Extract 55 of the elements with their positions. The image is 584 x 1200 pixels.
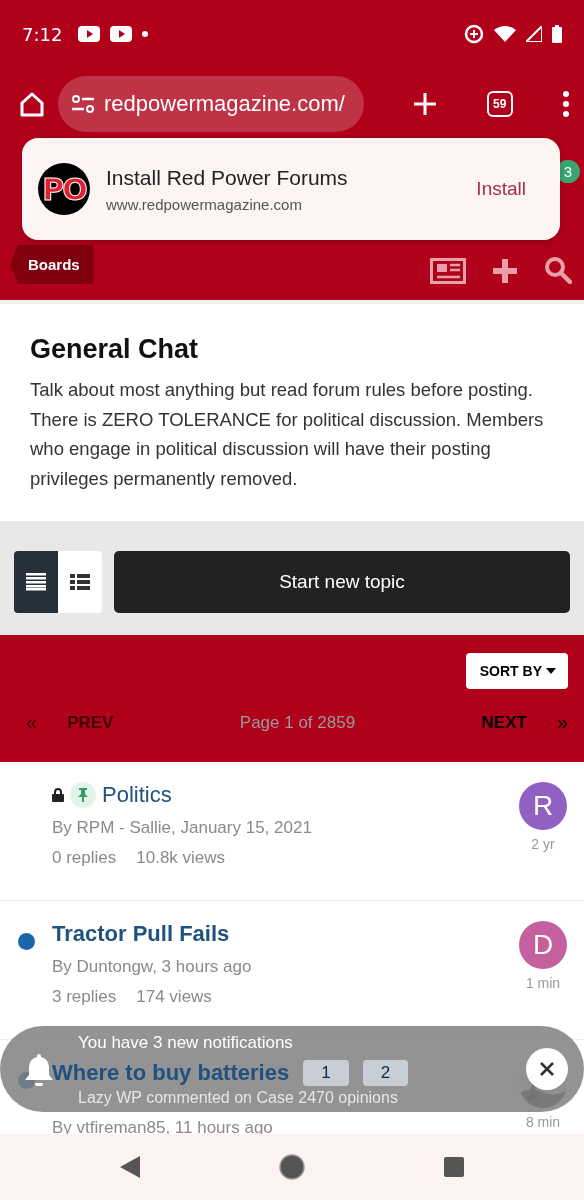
close-button[interactable] [526, 1048, 568, 1090]
topic-byline: By RPM - Sallie, January 15, 2021 [52, 818, 313, 838]
install-button[interactable]: Install [476, 172, 526, 206]
clock: 7:12 [22, 23, 63, 45]
new-topic-button[interactable]: Start new topic [114, 551, 570, 613]
view-toggle[interactable] [58, 551, 102, 613]
plus-icon[interactable] [492, 258, 518, 284]
topic-title[interactable]: Tractor Pull Fails [52, 921, 230, 947]
menu-icon[interactable] [562, 91, 570, 117]
view-count: 174 views [136, 987, 212, 1007]
prompt-domain: www.redpowermagazine.com [106, 195, 303, 213]
address-bar[interactable]: redpowermagazine.com/ [58, 76, 364, 132]
new-tab-icon[interactable] [413, 92, 438, 116]
topic-title[interactable]: Politics [102, 782, 172, 808]
topic-byline: By Duntongw, 3 hours ago [52, 957, 253, 977]
data-saver-icon [464, 24, 484, 44]
signal-icon [526, 26, 542, 42]
table-view-icon [26, 573, 46, 591]
reply-count: 0 replies [52, 848, 117, 868]
video-app-icon [78, 26, 101, 42]
last-post-time: 1 min [525, 975, 561, 991]
site-logo: PO [38, 163, 90, 215]
view-count: 10.8k views [136, 848, 226, 868]
prompt-title: Install Red Power Forums [106, 165, 349, 190]
user-avatar[interactable]: R [519, 782, 567, 830]
video-app-icon [110, 26, 133, 42]
site-settings-icon [72, 95, 94, 113]
last-post-time: 2 yr [531, 836, 555, 852]
close-icon [540, 1062, 554, 1076]
reply-count: 3 replies [52, 987, 117, 1007]
toast-title: You have 3 new notifications [78, 1033, 294, 1053]
forum-title: General Chat [30, 334, 200, 365]
user-avatar[interactable]: D [519, 921, 567, 969]
page-link[interactable]: 2 [362, 1060, 409, 1086]
toast-message: Lazy WP commented on Case 2470 opinions [78, 1089, 399, 1107]
tab-switcher-button[interactable]: 59 [486, 91, 513, 117]
wifi-icon [494, 26, 516, 42]
last-post-time: 8 min [525, 1114, 561, 1130]
back-icon[interactable] [120, 1156, 140, 1178]
caret-icon [546, 668, 556, 674]
newspaper-icon[interactable] [430, 258, 466, 284]
breadcrumb-link[interactable]: Boards [10, 245, 94, 284]
home-nav-icon[interactable] [279, 1154, 305, 1180]
page-link[interactable]: 1 [303, 1060, 349, 1086]
view-toggle[interactable] [14, 551, 58, 613]
sort-button[interactable]: SORT BY [465, 653, 568, 689]
dot-icon [142, 31, 149, 37]
url-text: redpowermagazine.com/ [104, 91, 345, 117]
home-icon[interactable] [18, 90, 46, 118]
list-view-icon [70, 574, 90, 590]
forum-description: Talk about most anything but read forum rules before posting. There is ZERO TOLERANCE for political discussion. Members who engage in political discussion will have their posting privileges permanently removed. [30, 378, 545, 491]
page-indicator: Page 1 of 2859 [239, 712, 356, 733]
battery-icon [552, 25, 562, 43]
search-icon[interactable] [544, 256, 572, 284]
bell-icon [24, 1052, 54, 1086]
